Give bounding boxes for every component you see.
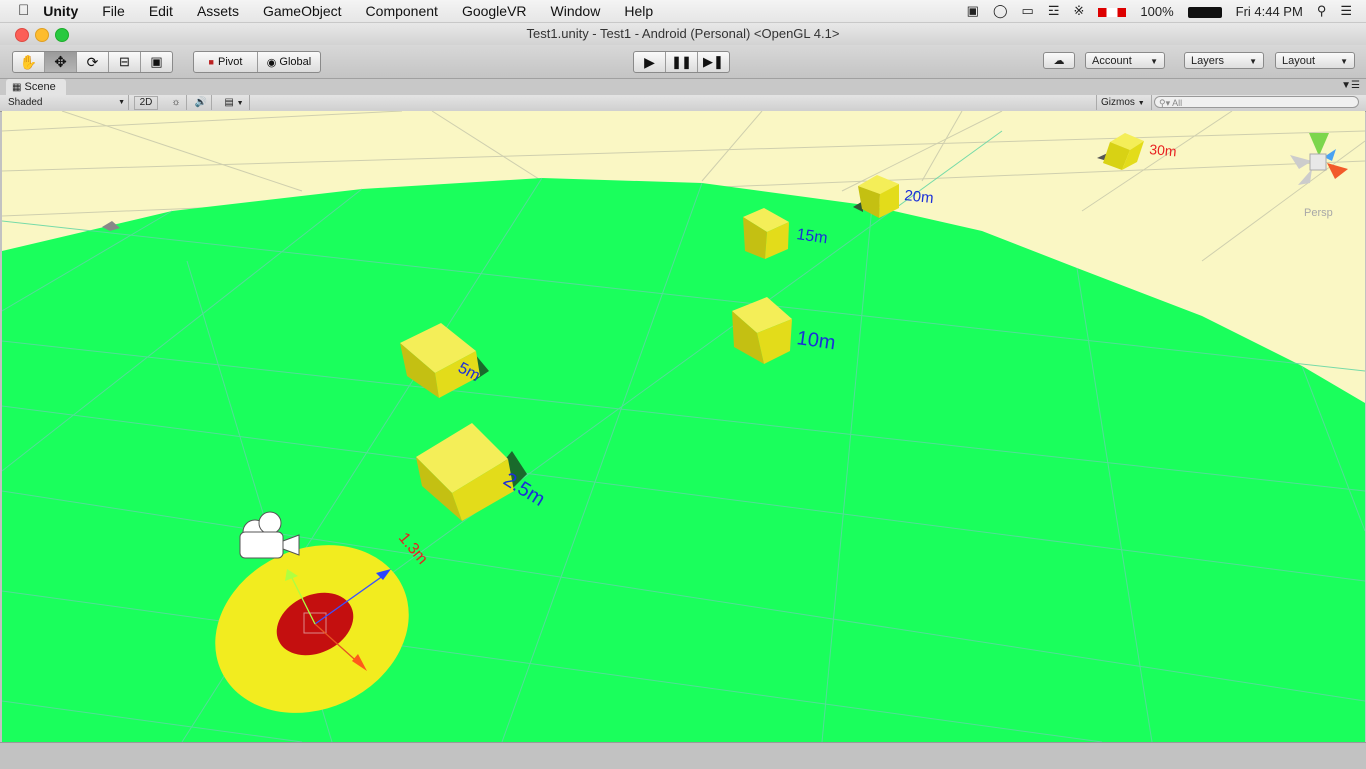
move-tool-button[interactable]: ✥ bbox=[45, 52, 77, 72]
2d-toggle[interactable]: 2D bbox=[134, 96, 158, 110]
rotate-tool-button[interactable]: ⟳ bbox=[77, 52, 109, 72]
search-icon: ⚲▾ bbox=[1159, 98, 1171, 108]
lighting-toggle[interactable]: ☼ bbox=[166, 95, 187, 110]
distance-label-30m: 30m bbox=[1149, 141, 1178, 159]
pause-icon: ❚❚ bbox=[671, 55, 692, 69]
transform-tools: ✋ ✥ ⟳ ⊟ ▣ bbox=[12, 51, 173, 73]
play-button[interactable]: ▶ bbox=[634, 52, 666, 72]
chevron-down-icon: ▼ bbox=[236, 100, 244, 107]
play-controls: ▶ ❚❚ ▶❚ bbox=[633, 51, 730, 73]
display-icon[interactable]: ▣ bbox=[960, 3, 986, 19]
pivot-label: Pivot bbox=[217, 56, 243, 68]
clock[interactable]: Fri 4:44 PM bbox=[1229, 4, 1310, 19]
hand-tool-button[interactable]: ✋ bbox=[13, 52, 45, 72]
image-icon: ▤ bbox=[224, 97, 234, 108]
scene-view-canvas: 1.3m 2.5m 5m 10m 15m 20m 30m Persp bbox=[2, 111, 1365, 742]
speaker-icon: 🔊 bbox=[194, 97, 208, 108]
minimize-window-button[interactable] bbox=[35, 28, 49, 42]
projection-label[interactable]: Persp bbox=[1304, 207, 1333, 219]
effects-dropdown[interactable]: ▤ ▼ bbox=[219, 95, 250, 110]
canada-flag-icon[interactable] bbox=[1091, 4, 1133, 19]
scale-icon: ⊟ bbox=[119, 54, 130, 69]
scene-control-bar: Shaded ▼ 2D ☼ 🔊 ▤ ▼ Gizmos ▼ ⚲▾ All bbox=[0, 95, 1366, 112]
layers-dropdown[interactable]: Layers ▼ bbox=[1184, 52, 1264, 69]
menu-file[interactable]: File bbox=[90, 0, 137, 22]
menu-app-unity[interactable]: Unity bbox=[37, 0, 90, 22]
step-button[interactable]: ▶❚ bbox=[698, 52, 729, 72]
notification-center-icon[interactable]: ☰ bbox=[1333, 3, 1366, 19]
gizmo-center-cube[interactable] bbox=[1309, 153, 1327, 171]
rotate-icon: ⟳ bbox=[86, 53, 99, 70]
menu-window[interactable]: Window bbox=[539, 0, 613, 22]
cloud-icon: ☁ bbox=[1053, 55, 1065, 67]
status-bar bbox=[0, 742, 1366, 769]
chevron-down-icon: ▼ bbox=[1137, 100, 1145, 107]
account-dropdown[interactable]: Account ▼ bbox=[1085, 52, 1165, 69]
move-icon: ✥ bbox=[54, 54, 67, 71]
mac-menu-bar:  Unity File Edit Assets GameObject Comp… bbox=[0, 0, 1366, 23]
play-icon: ▶ bbox=[644, 53, 655, 70]
battery-percent[interactable]: 100% bbox=[1133, 4, 1180, 19]
menu-assets[interactable]: Assets bbox=[185, 0, 251, 22]
scene-viewport[interactable]: 1.3m 2.5m 5m 10m 15m 20m 30m Persp bbox=[2, 111, 1365, 742]
spotlight-search-icon[interactable]: ⚲ bbox=[1310, 3, 1334, 19]
shading-mode-dropdown[interactable]: Shaded ▼ bbox=[8, 95, 129, 110]
search-placeholder: All bbox=[1172, 98, 1183, 108]
apple-icon[interactable]:  bbox=[0, 0, 37, 22]
tab-menu-icon[interactable]: ▼☰ bbox=[1341, 80, 1360, 91]
main-toolbar: ✋ ✥ ⟳ ⊟ ▣ ■ Pivot ◉ Global ▶ ❚❚ ▶❚ ☁ Acc… bbox=[0, 45, 1366, 79]
gizmos-dropdown[interactable]: Gizmos ▼ bbox=[1096, 95, 1152, 110]
menu-googlevr[interactable]: GoogleVR bbox=[450, 0, 539, 22]
chevron-down-icon: ▼ bbox=[118, 99, 125, 106]
sun-icon: ☼ bbox=[171, 97, 181, 108]
account-label: Account bbox=[1092, 55, 1132, 67]
bluetooth-icon[interactable]: ※ bbox=[1066, 3, 1091, 19]
scene-tab-strip: ▦ Scene ▼☰ bbox=[0, 79, 1366, 95]
shading-mode-value: Shaded bbox=[8, 97, 43, 108]
menu-gameobject[interactable]: GameObject bbox=[251, 0, 354, 22]
global-toggle[interactable]: ◉ Global bbox=[258, 52, 320, 72]
rect-tool-button[interactable]: ▣ bbox=[141, 52, 172, 72]
scene-search-input[interactable]: ⚲▾ All bbox=[1154, 96, 1359, 108]
scale-tool-button[interactable]: ⊟ bbox=[109, 52, 141, 72]
menu-help[interactable]: Help bbox=[612, 0, 665, 22]
battery-icon[interactable] bbox=[1181, 4, 1229, 19]
layout-dropdown[interactable]: Layout ▼ bbox=[1275, 52, 1355, 69]
menu-edit[interactable]: Edit bbox=[137, 0, 185, 22]
sync-icon[interactable]: ◯ bbox=[986, 3, 1015, 19]
scene-tab-icon: ▦ bbox=[12, 82, 22, 93]
scene-tab-label: Scene bbox=[24, 81, 56, 93]
global-label: Global bbox=[279, 56, 312, 68]
window-title-bar: Test1.unity - Test1 - Android (Personal)… bbox=[0, 23, 1366, 45]
gizmos-label: Gizmos bbox=[1101, 97, 1135, 108]
wifi-icon[interactable]: ☲ bbox=[1041, 3, 1067, 19]
menu-component[interactable]: Component bbox=[354, 0, 450, 22]
layers-label: Layers bbox=[1191, 55, 1225, 67]
distance-label-20m: 20m bbox=[904, 187, 935, 207]
zoom-window-button[interactable] bbox=[55, 28, 69, 42]
pivot-global-toggles: ■ Pivot ◉ Global bbox=[193, 51, 321, 73]
rect-transform-icon: ▣ bbox=[150, 54, 163, 69]
hand-icon: ✋ bbox=[19, 53, 38, 70]
window-title: Test1.unity - Test1 - Android (Personal)… bbox=[526, 26, 840, 41]
close-window-button[interactable] bbox=[15, 28, 29, 42]
tab-scene[interactable]: ▦ Scene bbox=[6, 79, 66, 95]
chevron-down-icon: ▼ bbox=[1249, 57, 1257, 66]
chevron-down-icon: ▼ bbox=[1340, 57, 1348, 66]
airplay-icon[interactable]: ▭ bbox=[1015, 3, 1041, 19]
globe-icon: ◉ bbox=[266, 56, 277, 69]
pause-button[interactable]: ❚❚ bbox=[666, 52, 698, 72]
pivot-icon: ■ bbox=[208, 57, 214, 67]
chevron-down-icon: ▼ bbox=[1150, 57, 1158, 66]
cloud-button[interactable]: ☁ bbox=[1043, 52, 1075, 69]
step-icon: ▶❚ bbox=[703, 54, 724, 69]
layout-label: Layout bbox=[1282, 55, 1316, 67]
audio-toggle[interactable]: 🔊 bbox=[191, 95, 212, 110]
pivot-toggle[interactable]: ■ Pivot bbox=[194, 52, 258, 72]
